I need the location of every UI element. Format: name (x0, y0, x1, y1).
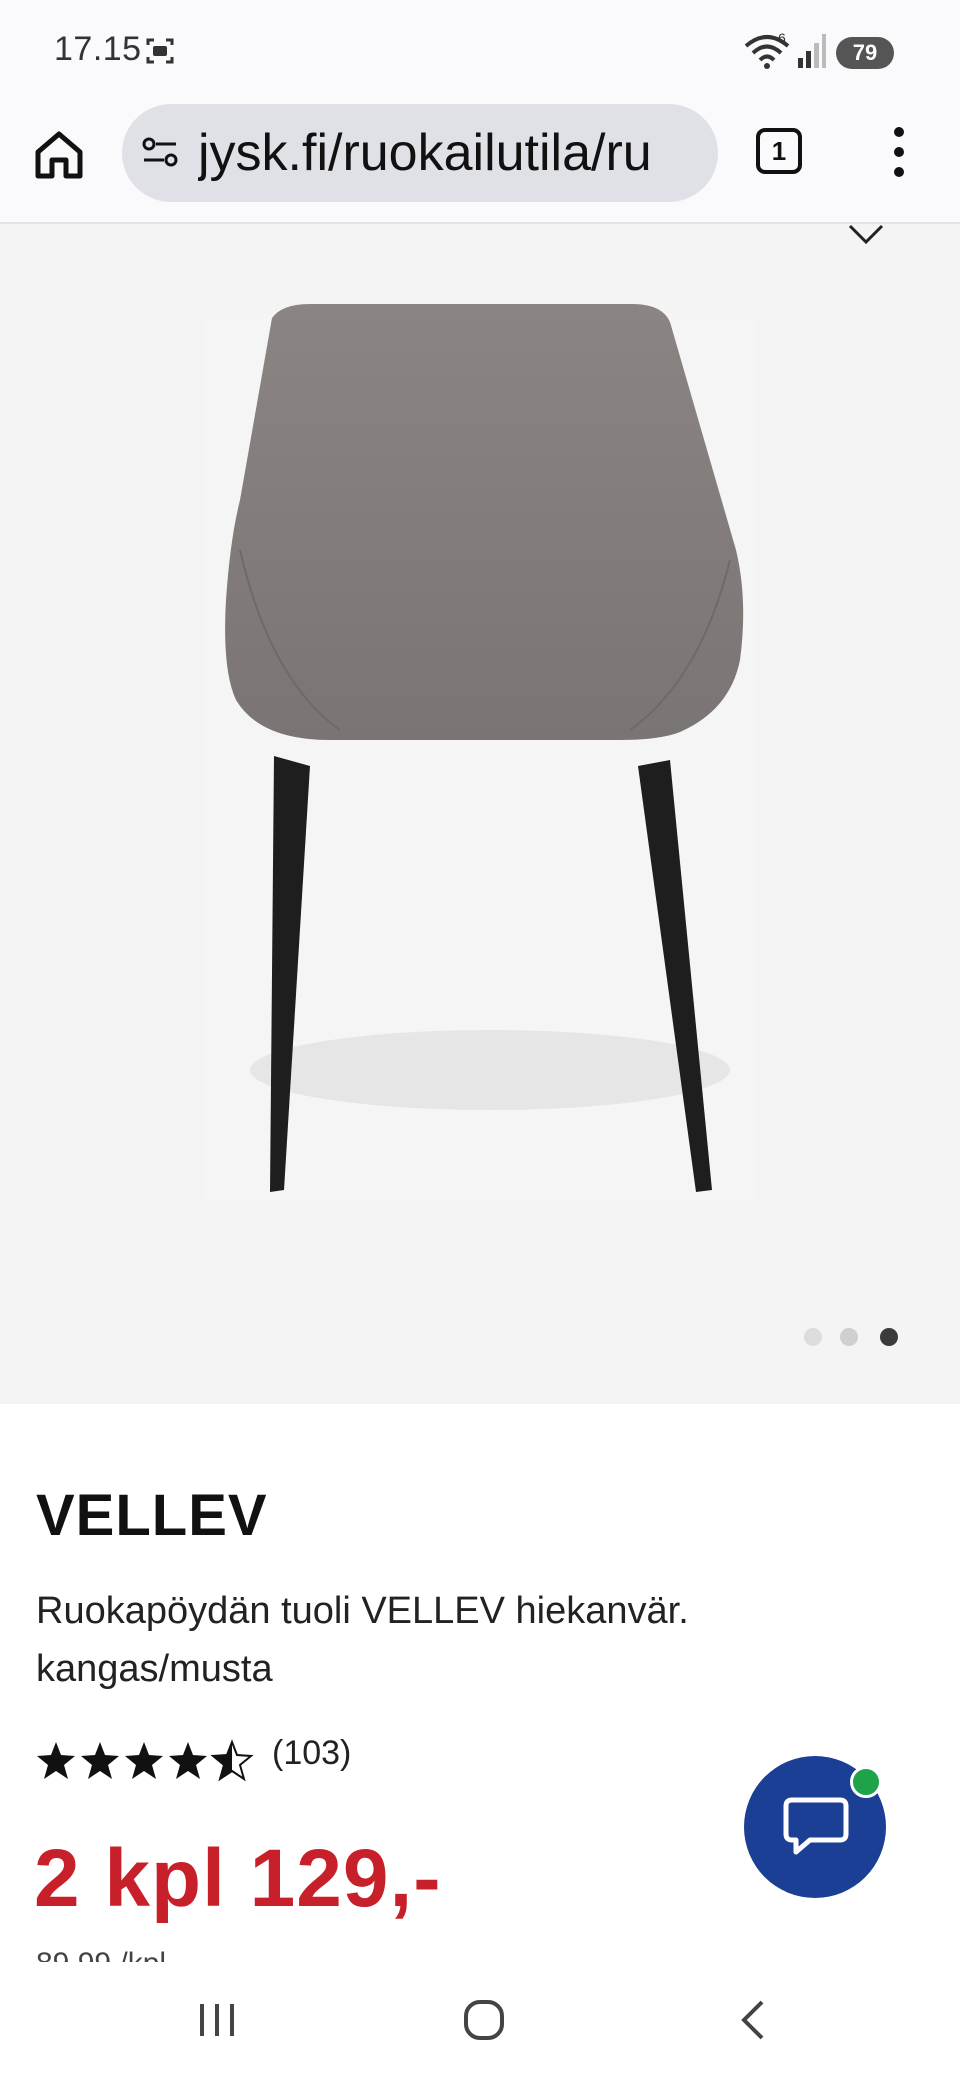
unit-price: 89,99 /kpl (36, 1942, 236, 1962)
star-icon (37, 1742, 75, 1779)
site-settings-icon[interactable] (140, 132, 180, 172)
signal-icon (798, 34, 826, 68)
recents-icon[interactable] (196, 2000, 238, 2040)
screenshot-icon (146, 38, 174, 64)
status-time: 17.15 (54, 30, 142, 68)
gallery-dot[interactable] (804, 1328, 822, 1346)
product-name: VELLEV (36, 1483, 268, 1548)
chevron-down-icon[interactable] (846, 222, 886, 246)
online-status-dot (850, 1766, 882, 1798)
rating-stars[interactable] (36, 1738, 256, 1782)
gallery-dot[interactable] (840, 1328, 858, 1346)
more-vert-icon[interactable] (884, 122, 914, 182)
half-star-icon (212, 1741, 252, 1780)
product-description: Ruokapöydän tuoli VELLEV hiekanvär. kang… (36, 1590, 689, 1690)
wifi-generation-label: 6 (778, 30, 786, 46)
battery-icon: 79 (836, 37, 894, 69)
star-icon (81, 1742, 119, 1779)
review-count[interactable]: (103) (272, 1734, 351, 1773)
chat-bubble-icon[interactable] (780, 1790, 852, 1862)
product-price: 2 kpl 129,- (34, 1833, 442, 1924)
home-icon[interactable] (28, 124, 90, 186)
tabs-icon[interactable]: 1 (756, 128, 802, 174)
home-circle-icon[interactable] (462, 1998, 506, 2042)
gallery-dot-active[interactable] (880, 1328, 898, 1346)
star-icon (125, 1742, 163, 1779)
back-icon[interactable] (738, 1998, 768, 2042)
product-image (204, 304, 756, 1204)
url-text[interactable]: jysk.fi/ruokailutila/ru (198, 120, 706, 186)
star-icon (169, 1742, 207, 1779)
